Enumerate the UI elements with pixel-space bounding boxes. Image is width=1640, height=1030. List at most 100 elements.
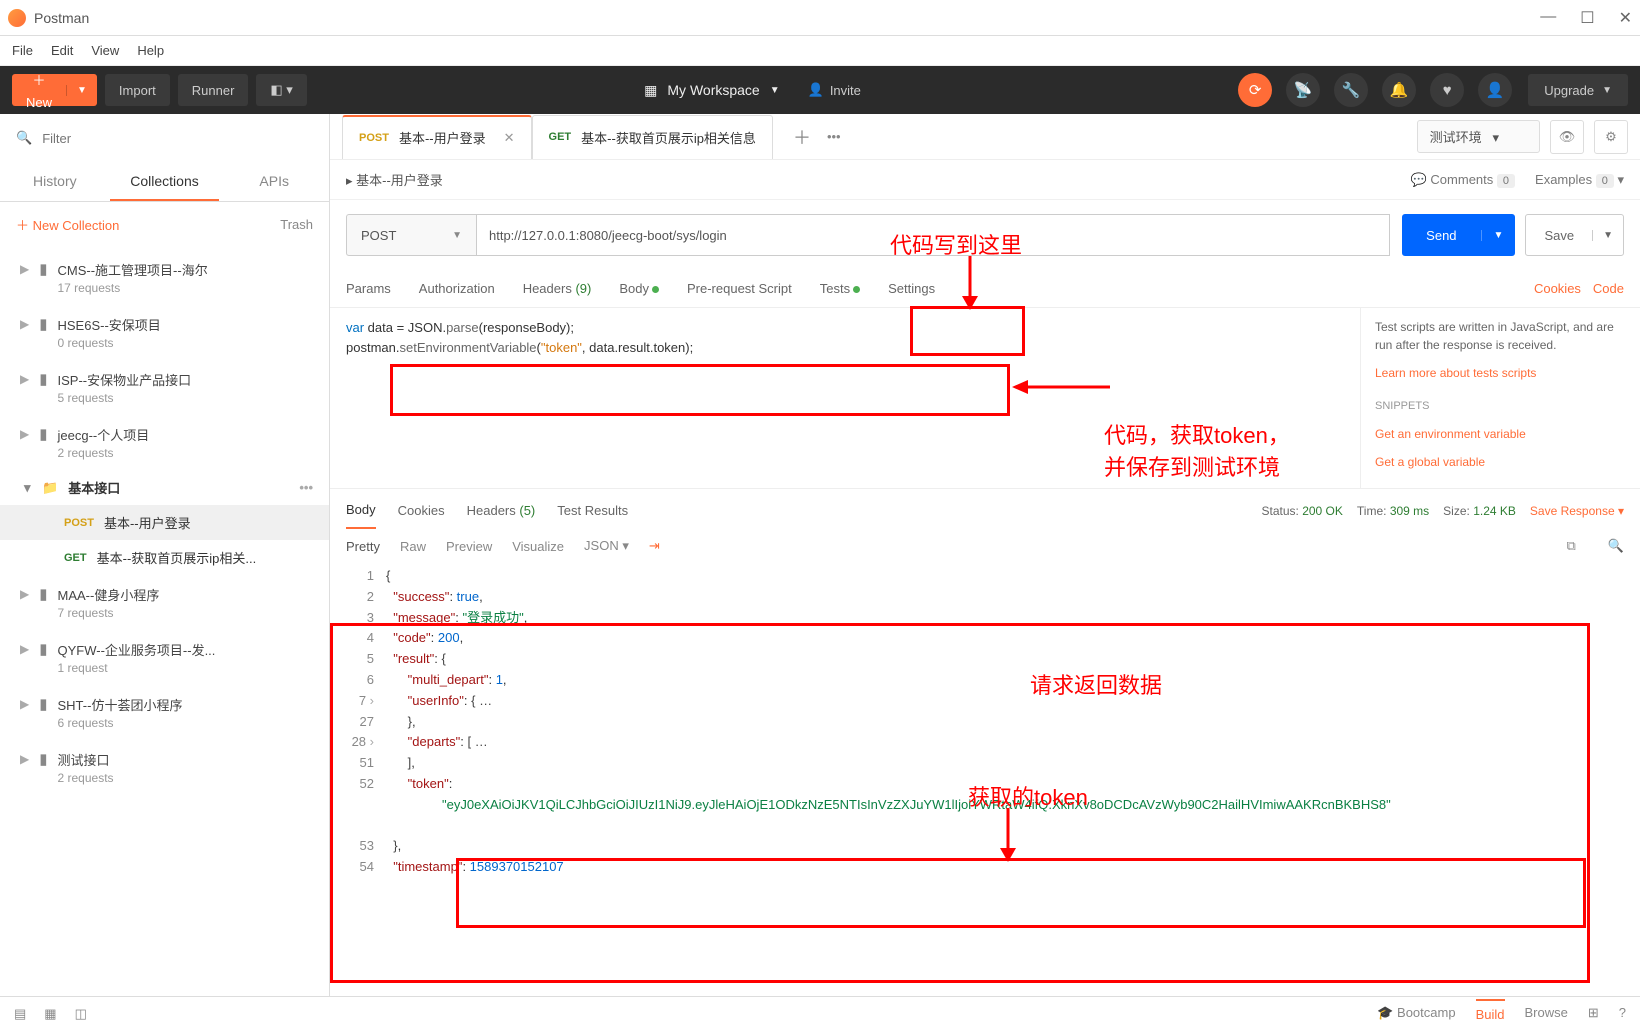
settings-icon[interactable]: 🔧 [1334,73,1368,107]
browse-button[interactable]: Browse [1525,1005,1568,1022]
close-icon[interactable]: ✕ [1619,8,1632,28]
chevron-down-icon[interactable]: ▼ [1592,230,1623,241]
search-response-icon[interactable]: 🔍 [1608,538,1624,554]
two-pane-icon[interactable]: ◫ [75,1006,87,1022]
save-response-button[interactable]: Save Response ▾ [1530,504,1624,518]
open-new-button[interactable]: ◧ ▾ [256,74,306,106]
tab-params[interactable]: Params [346,281,391,296]
collection-item[interactable]: ▶▮QYFW--企业服务项目--发...1 request [0,630,329,685]
request-item[interactable]: GET基本--获取首页展示ip相关... [0,540,329,575]
tab-history[interactable]: History [0,162,110,201]
snippets-desc: Test scripts are written in JavaScript, … [1375,318,1626,354]
upgrade-button[interactable]: Upgrade▼ [1528,74,1628,106]
format-selector[interactable]: JSON ▾ [584,538,629,554]
snippet-link[interactable]: Get a global variable [1375,453,1626,471]
snippet-link[interactable]: Get an environment variable [1375,425,1626,443]
url-input[interactable] [476,214,1390,256]
method-selector[interactable]: POST▼ [346,214,476,256]
view-preview[interactable]: Preview [446,539,492,554]
tab-settings[interactable]: Settings [888,281,935,296]
new-label: New [26,95,52,110]
more-icon[interactable]: ••• [299,480,313,495]
maximize-icon[interactable]: ☐ [1580,8,1594,28]
collection-item[interactable]: ▶▮MAA--健身小程序7 requests [0,575,329,630]
capture-icon[interactable]: 📡 [1286,73,1320,107]
request-tab[interactable]: GET基本--获取首页展示ip相关信息 [532,115,773,159]
resp-tab-headers[interactable]: Headers (5) [467,503,536,518]
time-display: Time: 309 ms [1357,504,1429,518]
headers-label: Headers [523,281,572,296]
comments-button[interactable]: 💬 Comments 0 [1411,172,1515,188]
copy-icon[interactable]: ⧉ [1567,538,1576,554]
view-pretty[interactable]: Pretty [346,539,380,554]
send-button[interactable]: Send▼ [1402,214,1515,256]
wrap-icon[interactable]: ⇥ [649,538,660,554]
method-label: POST [64,517,94,529]
trash-button[interactable]: Trash [280,217,313,232]
tab-collections[interactable]: Collections [110,162,220,201]
view-raw[interactable]: Raw [400,539,426,554]
menu-file[interactable]: File [12,43,33,58]
tests-code-editor[interactable]: var data = JSON.parse(responseBody); pos… [330,308,1360,488]
new-button[interactable]: ＋New ▼ [12,74,97,106]
tab-apis[interactable]: APIs [219,162,329,201]
heart-icon[interactable]: ♥ [1430,73,1464,107]
sync-icon[interactable]: ⟳ [1238,73,1272,107]
import-button[interactable]: Import [105,74,170,106]
runner-button[interactable]: Runner [178,74,249,106]
chevron-down-icon[interactable]: ▼ [66,85,97,96]
notifications-icon[interactable]: 🔔 [1382,73,1416,107]
console-icon[interactable]: ▤ [14,1006,26,1022]
response-json[interactable]: 1 2 3 4 5 6 7 › 27 28 › 51 52 53 54 { "s… [330,560,1640,884]
bootcamp-button[interactable]: 🎓 Bootcamp [1377,1005,1455,1022]
toolbar: ＋New ▼ Import Runner ◧ ▾ ▦ My Workspace … [0,66,1640,114]
save-button[interactable]: Save▼ [1525,214,1624,256]
minimize-icon[interactable]: — [1540,8,1556,28]
breadcrumb: ▸ 基本--用户登录 [346,170,443,189]
collection-item[interactable]: ▶▮测试接口2 requests [0,740,329,795]
resp-tab-tests[interactable]: Test Results [557,503,628,518]
resp-tab-body[interactable]: Body [346,492,376,529]
collection-item[interactable]: ▶▮HSE6S--安保项目0 requests [0,305,329,360]
layout-icon[interactable]: ⊞ [1588,1005,1599,1022]
cookies-link[interactable]: Cookies [1534,281,1581,296]
environment-selector[interactable]: 测试环境 ▾ [1417,120,1540,153]
examples-button[interactable]: Examples 0 ▾ [1535,172,1624,188]
eye-icon[interactable]: 👁 [1550,120,1584,154]
subfolder-item[interactable]: ▾📁基本接口••• [0,470,329,505]
environment-label: 测试环境 [1430,130,1482,145]
folder-icon: ▮ [39,425,47,443]
learn-more-link[interactable]: Learn more about tests scripts [1375,364,1626,382]
tab-tests[interactable]: Tests [820,281,860,296]
tab-prerequest[interactable]: Pre-request Script [687,281,792,296]
collection-item[interactable]: ▶▮jeecg--个人项目2 requests [0,415,329,470]
view-visualize[interactable]: Visualize [512,539,564,554]
close-tab-icon[interactable]: ✕ [504,130,515,146]
workspace-selector[interactable]: ▦ My Workspace ▼ [644,82,779,99]
invite-button[interactable]: 👤 Invite [808,82,861,98]
menu-view[interactable]: View [91,43,119,58]
request-item[interactable]: POST基本--用户登录 [0,505,329,540]
tab-authorization[interactable]: Authorization [419,281,495,296]
chevron-down-icon[interactable]: ▼ [1481,230,1516,241]
collection-item[interactable]: ▶▮CMS--施工管理项目--海尔17 requests [0,250,329,305]
collection-item[interactable]: ▶▮SHT--仿十荟团小程序6 requests [0,685,329,740]
collection-item[interactable]: ▶▮ISP--安保物业产品接口5 requests [0,360,329,415]
avatar-icon[interactable]: 👤 [1478,73,1512,107]
add-tab-icon[interactable]: ＋ [793,124,811,150]
menu-edit[interactable]: Edit [51,43,73,58]
examples-label: Examples [1535,172,1592,187]
filter-input[interactable] [38,127,313,150]
more-tabs-icon[interactable]: ••• [827,129,841,144]
menu-help[interactable]: Help [137,43,164,58]
tab-headers[interactable]: Headers (9) [523,281,592,296]
resp-tab-cookies[interactable]: Cookies [398,503,445,518]
tab-body[interactable]: Body [619,281,659,296]
find-icon[interactable]: ▦ [44,1006,56,1022]
gear-icon[interactable]: ⚙ [1594,120,1628,154]
request-tab[interactable]: POST基本--用户登录✕ [342,115,532,159]
new-collection-button[interactable]: ＋ New Collection [16,215,119,234]
build-button[interactable]: Build [1476,999,1505,1022]
help-icon[interactable]: ? [1619,1005,1626,1022]
code-link[interactable]: Code [1593,281,1624,296]
